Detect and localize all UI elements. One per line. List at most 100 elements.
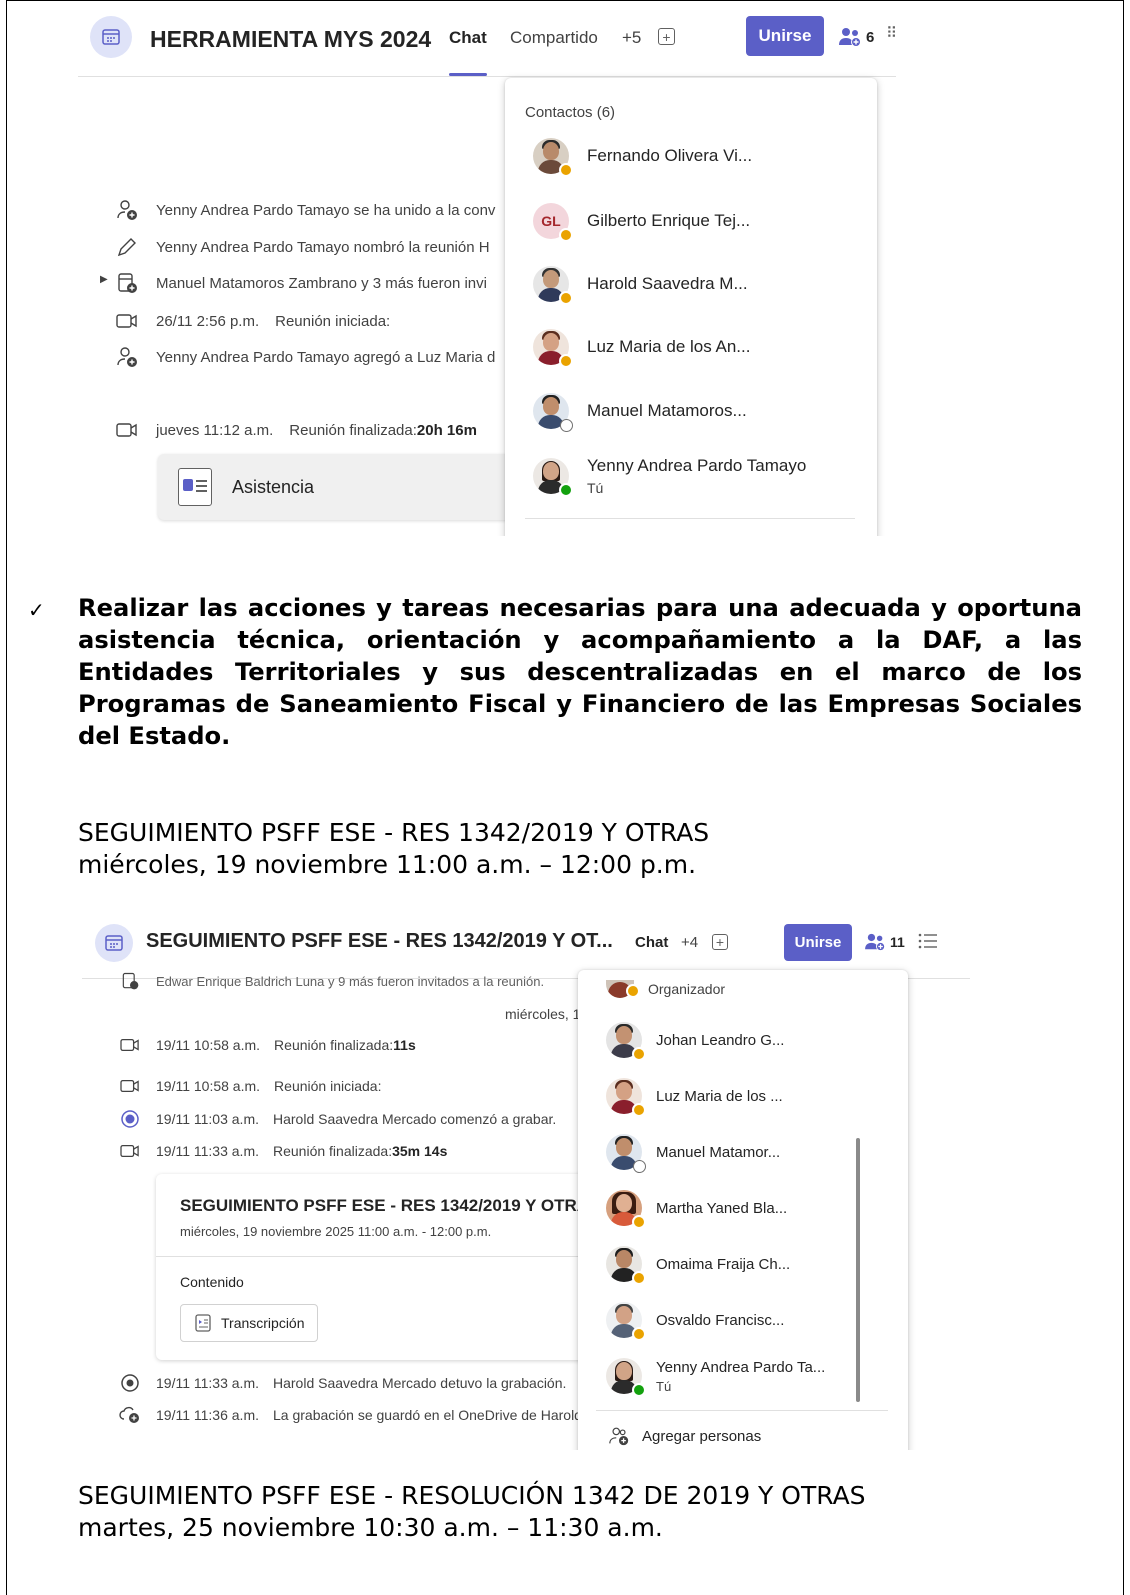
content-label: Contenido: [180, 1274, 244, 1290]
contact-item[interactable]: Manuel Matamor...: [606, 1134, 780, 1173]
event-row: jueves 11:12 a.m. Reunión finalizada: 20…: [114, 418, 477, 442]
contact-item[interactable]: Harold Saavedra M...: [533, 266, 748, 305]
away-status-icon: [626, 984, 640, 998]
avatar: [606, 1134, 646, 1173]
contact-item[interactable]: Omaima Fraija Ch...: [606, 1246, 790, 1285]
away-status-icon: [632, 1327, 646, 1341]
date-separator: miércoles, 1: [505, 1006, 581, 1022]
list-view-icon[interactable]: [918, 932, 938, 955]
video-camera-icon: [118, 1140, 142, 1162]
offline-status-icon: [633, 1160, 646, 1173]
avatar: [606, 1190, 646, 1229]
scrollbar[interactable]: [856, 1138, 860, 1402]
offline-status-icon: [560, 419, 573, 432]
stop-record-icon: [118, 1372, 142, 1394]
people-icon: [865, 933, 886, 952]
away-status-icon: [559, 354, 573, 368]
tab-more[interactable]: +4: [681, 934, 698, 951]
attendance-report-icon: [178, 468, 212, 506]
meeting-title: SEGUIMIENTO PSFF ESE - RES 1342/2019 Y O…: [146, 930, 613, 952]
contact-item[interactable]: Fernando Olivera Vi...: [533, 138, 752, 177]
add-tab-icon[interactable]: +: [712, 934, 728, 950]
contact-item[interactable]: Yenny Andrea Pardo Tamayo Tú: [533, 456, 806, 497]
event-row: Manuel Matamoros Zambrano y 3 más fueron…: [114, 271, 487, 295]
transcript-icon: [195, 1314, 211, 1332]
card-title: SEGUIMIENTO PSFF ESE - RES 1342/2019 Y O…: [180, 1196, 590, 1215]
avatar: [606, 1246, 646, 1285]
event-row: Edwar Enrique Baldrich Luna y 9 más fuer…: [118, 970, 544, 992]
available-status-icon: [559, 483, 573, 497]
participants-popup: Organizador Johan Leandro G... Luz Maria…: [578, 970, 908, 1450]
attendance-card[interactable]: Asistencia: [158, 454, 518, 520]
popup-divider: [525, 518, 855, 519]
avatar: [533, 266, 573, 305]
away-status-icon: [559, 163, 573, 177]
meeting1-title: SEGUIMIENTO PSFF ESE - RES 1342/2019 Y O…: [78, 818, 710, 847]
meeting2-time: martes, 25 noviembre 10:30 a.m. – 11:30 …: [78, 1513, 663, 1542]
event-row: Yenny Andrea Pardo Tamayo se ha unido a …: [114, 198, 495, 222]
event-row: 19/11 10:58 a.m. Reunión finalizada: 11s: [118, 1034, 416, 1056]
checkmark-icon: ✓: [28, 600, 45, 622]
participants-button[interactable]: 6: [838, 26, 874, 48]
video-camera-icon: [114, 418, 140, 442]
video-camera-icon: [114, 309, 140, 333]
meeting2-title: SEGUIMIENTO PSFF ESE - RESOLUCIÓN 1342 D…: [78, 1481, 866, 1510]
pencil-icon: [114, 235, 140, 259]
contacts-heading: Contactos (6): [525, 104, 616, 121]
popup-divider: [596, 1410, 888, 1411]
event-row: 19/11 11:33 a.m. Harold Saavedra Mercado…: [118, 1372, 566, 1394]
teams-screenshot-seguimiento: SEGUIMIENTO PSFF ESE - RES 1342/2019 Y O…: [82, 912, 970, 1450]
avatar: [606, 1358, 646, 1397]
calendar-add-icon: [114, 271, 140, 295]
join-button[interactable]: Unirse: [746, 16, 824, 56]
contact-item[interactable]: Luz Maria de los ...: [606, 1078, 783, 1117]
avatar: [533, 329, 573, 368]
transcript-button[interactable]: Transcripción: [180, 1304, 318, 1342]
contact-item[interactable]: Luz Maria de los An...: [533, 329, 750, 368]
contact-item[interactable]: GL Gilberto Enrique Tej...: [533, 203, 750, 242]
header-divider: [78, 76, 896, 77]
tab-shared[interactable]: Compartido: [510, 28, 598, 48]
avatar: [533, 458, 573, 497]
avatar: [533, 138, 573, 177]
avatar: GL: [533, 203, 573, 242]
meeting1-time: miércoles, 19 noviembre 11:00 a.m. – 12:…: [78, 850, 697, 879]
contact-item[interactable]: Osvaldo Francisc...: [606, 1302, 784, 1341]
tab-more[interactable]: +5: [622, 28, 641, 48]
video-camera-icon: [118, 1075, 142, 1097]
event-row: 19/11 11:36 a.m. La grabación se guardó …: [118, 1404, 582, 1426]
away-status-icon: [559, 291, 573, 305]
activity-paragraph: Realizar las acciones y tareas necesaria…: [78, 594, 1082, 750]
expand-caret-icon[interactable]: ▶: [100, 274, 108, 285]
participants-count: 11: [890, 934, 905, 950]
calendar-meeting-icon: [95, 924, 133, 962]
participants-button[interactable]: 11: [864, 932, 905, 952]
card-subtitle: miércoles, 19 noviembre 2025 11:00 a.m. …: [180, 1224, 492, 1239]
person-add-icon: [609, 1427, 629, 1446]
event-row: 19/11 10:58 a.m. Reunión iniciada:: [118, 1075, 381, 1097]
participants-count: 6: [866, 28, 875, 46]
meeting-recap-card[interactable]: SEGUIMIENTO PSFF ESE - RES 1342/2019 Y O…: [156, 1174, 596, 1360]
add-people-button[interactable]: Agregar personas: [608, 1425, 761, 1447]
drag-handle-icon[interactable]: ⠿: [886, 24, 897, 42]
away-status-icon: [632, 1103, 646, 1117]
avatar: [606, 1022, 646, 1061]
tab-chat[interactable]: Chat: [449, 28, 487, 48]
contact-item[interactable]: Martha Yaned Bla...: [606, 1190, 787, 1229]
add-tab-icon[interactable]: +: [658, 28, 675, 45]
people-icon: [839, 28, 861, 47]
contact-item[interactable]: Yenny Andrea Pardo Ta... Tú: [606, 1358, 825, 1397]
tab-chat[interactable]: Chat: [635, 934, 668, 951]
meeting-title: HERRAMIENTA MYS 2024: [150, 26, 432, 52]
contact-item[interactable]: Johan Leandro G...: [606, 1022, 784, 1061]
attendance-label: Asistencia: [232, 476, 315, 497]
organizer-row[interactable]: Organizador: [606, 980, 725, 998]
calendar-meeting-icon: [90, 16, 132, 58]
card-divider: [156, 1256, 596, 1257]
contact-item[interactable]: Manuel Matamoros...: [533, 393, 747, 432]
cloud-save-icon: [118, 1404, 142, 1426]
join-button[interactable]: Unirse: [784, 924, 852, 961]
avatar: [606, 1078, 646, 1117]
away-status-icon: [632, 1215, 646, 1229]
event-row: 26/11 2:56 p.m. Reunión iniciada:: [114, 309, 390, 333]
